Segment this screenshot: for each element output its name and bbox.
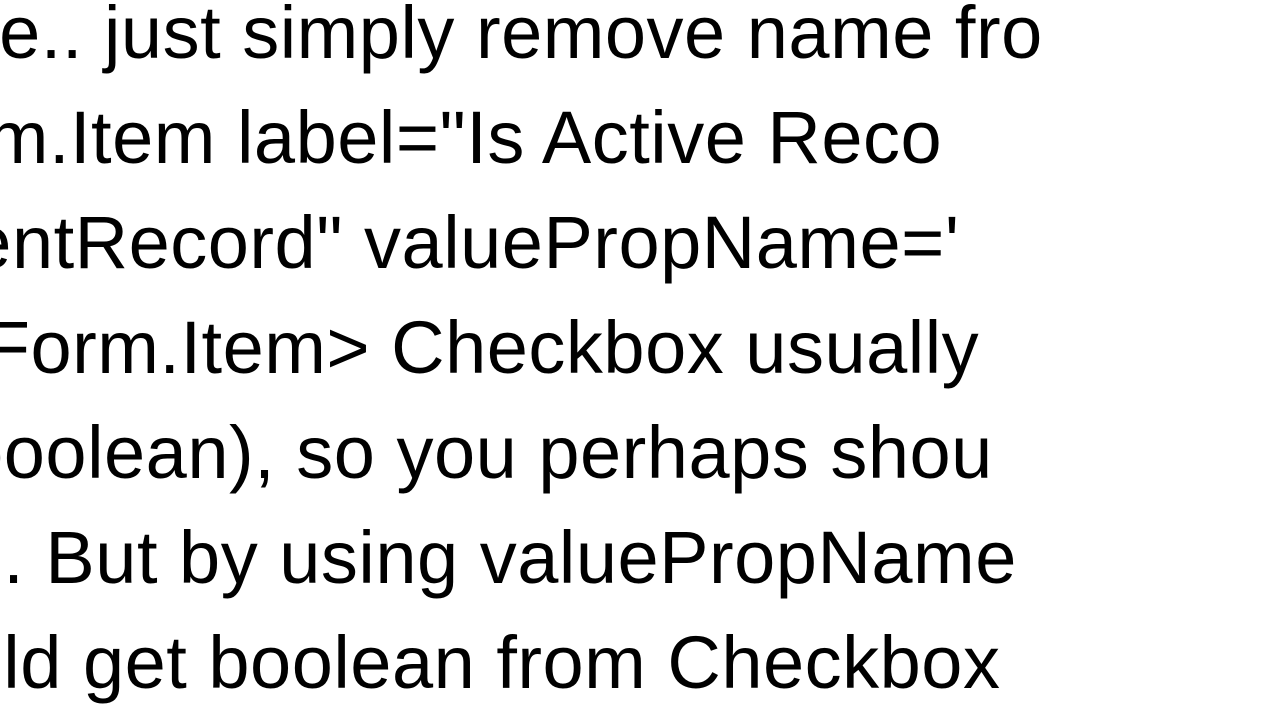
text-line-2: orm.Item label="Is Active Reco: [0, 85, 1280, 190]
text-content: ybe.. just simply remove name fro orm.It…: [0, 0, 1280, 716]
text-line-6: ad. But by using valuePropName: [0, 505, 1280, 610]
text-line-4: </Form.Item> Checkbox usually: [0, 295, 1280, 400]
text-line-3: rrentRecord" valuePropName=': [0, 190, 1280, 295]
text-line-1: ybe.. just simply remove name fro: [0, 0, 1280, 85]
text-line-5: t boolean), so you perhaps shou: [0, 400, 1280, 505]
text-line-7: ould get boolean from Checkbox: [0, 610, 1280, 715]
